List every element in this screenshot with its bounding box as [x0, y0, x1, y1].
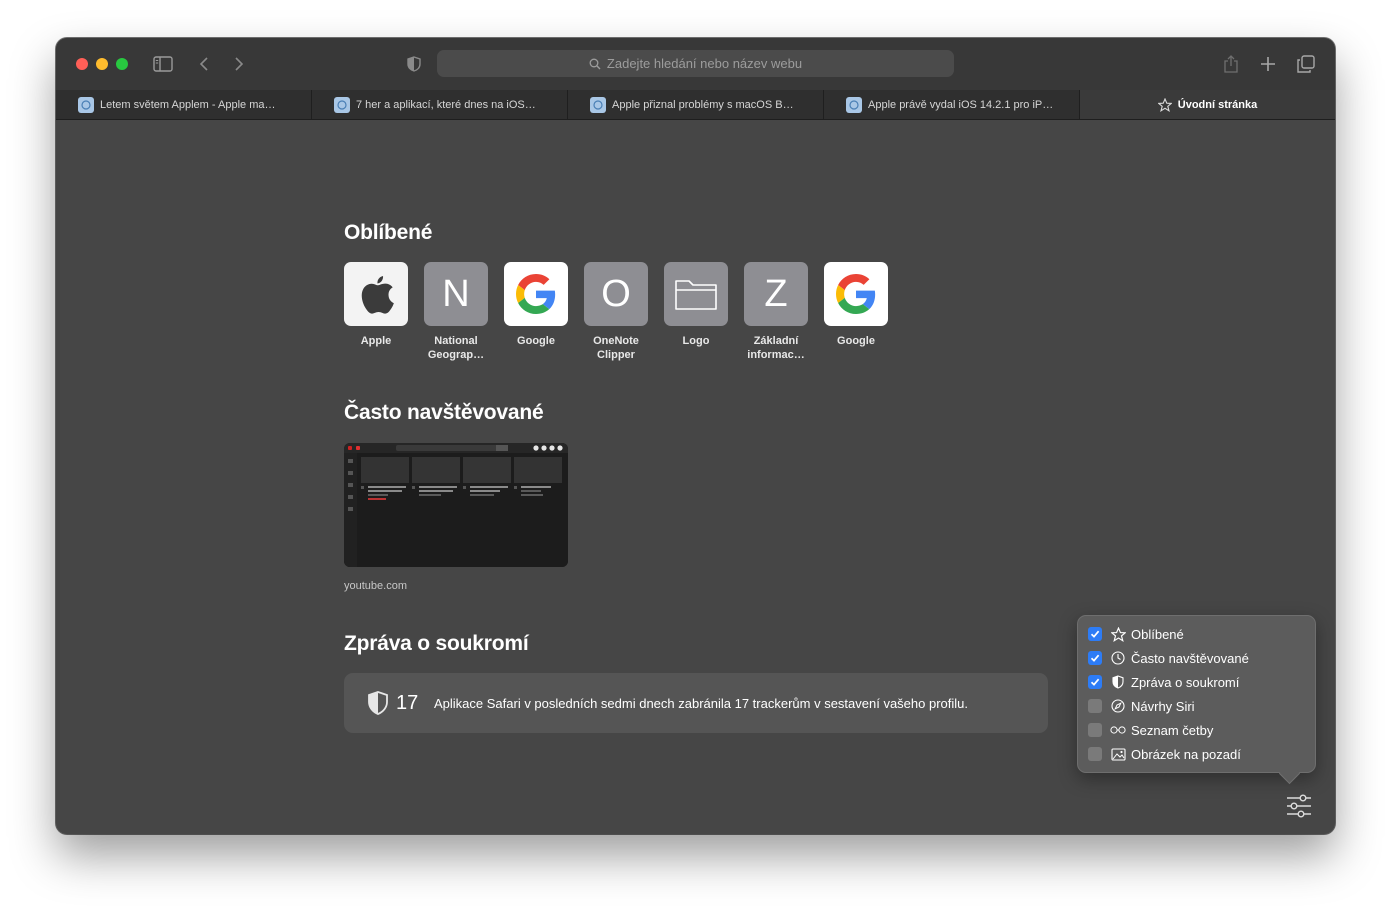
option-label: Oblíbené	[1131, 626, 1184, 642]
favorite-label: Google	[837, 335, 875, 347]
option-label: Obrázek na pozadí	[1131, 746, 1241, 762]
sidebar-toggle-icon[interactable]	[152, 54, 174, 74]
clock-icon	[1110, 650, 1126, 666]
site-favicon-icon	[590, 96, 606, 113]
tab-2[interactable]: 7 her a aplikací, které dnes na iOS…	[312, 90, 568, 119]
google-icon	[824, 262, 888, 326]
glasses-icon	[1110, 722, 1126, 738]
zoom-button[interactable]	[116, 58, 128, 70]
apple-icon	[344, 262, 408, 326]
privacy-shield-icon[interactable]	[406, 54, 422, 74]
frequent-site-label[interactable]: youtube.com	[344, 580, 407, 592]
favorite-onenote-clipper[interactable]: O OneNote Clipper	[584, 262, 648, 362]
favorite-label: OneNote Clipper	[593, 335, 639, 361]
close-button[interactable]	[76, 58, 88, 70]
tab-1[interactable]: Letem světem Applem - Apple ma…	[56, 90, 312, 119]
letter-n-icon: N	[424, 262, 488, 326]
tab-bar: Letem světem Applem - Apple ma… 7 her a …	[56, 90, 1335, 120]
back-chevron-icon[interactable]	[196, 54, 212, 74]
option-siri-suggestions[interactable]: Návrhy Siri	[1088, 696, 1195, 716]
star-icon	[1157, 97, 1172, 112]
tab-title: 7 her a aplikací, které dnes na iOS…	[356, 98, 536, 111]
star-icon	[1110, 626, 1126, 642]
privacy-message: Aplikace Safari v posledních sedmi dnech…	[434, 696, 969, 711]
checkbox-checked[interactable]	[1088, 675, 1102, 689]
favorite-national-geographic[interactable]: N National Geograp…	[424, 262, 488, 362]
frequent-title: Často navštěvované	[344, 401, 544, 424]
site-favicon-icon	[334, 96, 350, 113]
tab-4[interactable]: Apple právě vydal iOS 14.2.1 pro iP…	[824, 90, 1080, 119]
tab-title: Apple přiznal problémy s macOS B…	[612, 98, 794, 111]
address-bar[interactable]: Zadejte hledání nebo název webu	[437, 50, 954, 77]
letter-o-icon: O	[584, 262, 648, 326]
favorite-google-1[interactable]: Google	[504, 262, 568, 348]
option-label: Zpráva o soukromí	[1131, 674, 1240, 690]
customize-sliders-icon[interactable]	[1285, 794, 1313, 818]
site-favicon-icon	[78, 96, 94, 113]
safari-window: Zadejte hledání nebo název webu Letem sv…	[56, 38, 1335, 834]
tab-title: Apple právě vydal iOS 14.2.1 pro iP…	[868, 98, 1054, 111]
share-icon[interactable]	[1222, 53, 1240, 75]
favorite-label: Apple	[360, 335, 392, 347]
option-reading-list[interactable]: Seznam četby	[1088, 720, 1213, 740]
tab-title: Letem světem Applem - Apple ma…	[100, 98, 276, 111]
new-tab-plus-icon[interactable]	[1258, 54, 1278, 74]
compass-icon	[1110, 698, 1126, 714]
minimize-button[interactable]	[96, 58, 108, 70]
search-icon	[589, 58, 601, 69]
image-icon	[1110, 746, 1126, 762]
option-frequently-visited[interactable]: Často navštěvované	[1088, 648, 1249, 668]
favorite-logo[interactable]: Logo	[664, 262, 728, 348]
favorite-apple[interactable]: Apple	[344, 262, 408, 348]
option-label: Návrhy Siri	[1131, 698, 1195, 714]
favorite-zakladni-informace[interactable]: Z Základní informac…	[744, 262, 808, 362]
customize-start-page-popover: Oblíbené Často navštěvované Zpráva o sou…	[1077, 615, 1316, 785]
favorite-label: Základní informac…	[747, 335, 805, 361]
favorites-title: Oblíbené	[344, 221, 433, 244]
favorite-google-2[interactable]: Google	[824, 262, 888, 348]
checkbox-checked[interactable]	[1088, 627, 1102, 641]
site-favicon-icon	[846, 96, 862, 113]
option-favorites[interactable]: Oblíbené	[1088, 624, 1184, 644]
toolbar: Zadejte hledání nebo název webu	[56, 38, 1335, 90]
address-placeholder: Zadejte hledání nebo název webu	[606, 56, 803, 71]
option-label: Často navštěvované	[1131, 650, 1249, 666]
checkbox-unchecked[interactable]	[1088, 699, 1102, 713]
tab-overview-icon[interactable]	[1296, 54, 1316, 74]
tab-title: Úvodní stránka	[1177, 98, 1258, 111]
checkbox-unchecked[interactable]	[1088, 747, 1102, 761]
checkbox-checked[interactable]	[1088, 651, 1102, 665]
privacy-title: Zpráva o soukromí	[344, 632, 529, 655]
folder-icon	[664, 262, 728, 326]
letter-z-icon: Z	[744, 262, 808, 326]
privacy-report-card[interactable]: 17 Aplikace Safari v posledních sedmi dn…	[344, 673, 1048, 733]
favorite-label: Google	[517, 335, 555, 347]
tracker-count: 17	[396, 692, 419, 714]
option-label: Seznam četby	[1131, 722, 1214, 738]
shield-icon	[368, 691, 388, 720]
frequent-site-thumbnail[interactable]	[344, 443, 568, 567]
option-background-image[interactable]: Obrázek na pozadí	[1088, 744, 1241, 764]
favorite-label: National Geograp…	[427, 335, 485, 361]
option-privacy-report[interactable]: Zpráva o soukromí	[1088, 672, 1239, 692]
shield-icon	[1110, 674, 1126, 690]
tab-start-page[interactable]: Úvodní stránka	[1080, 90, 1335, 119]
favorite-label: Logo	[682, 335, 710, 347]
youtube-preview-image	[344, 443, 568, 567]
google-icon	[504, 262, 568, 326]
forward-chevron-icon[interactable]	[231, 54, 247, 74]
checkbox-unchecked[interactable]	[1088, 723, 1102, 737]
tab-3[interactable]: Apple přiznal problémy s macOS B…	[568, 90, 824, 119]
